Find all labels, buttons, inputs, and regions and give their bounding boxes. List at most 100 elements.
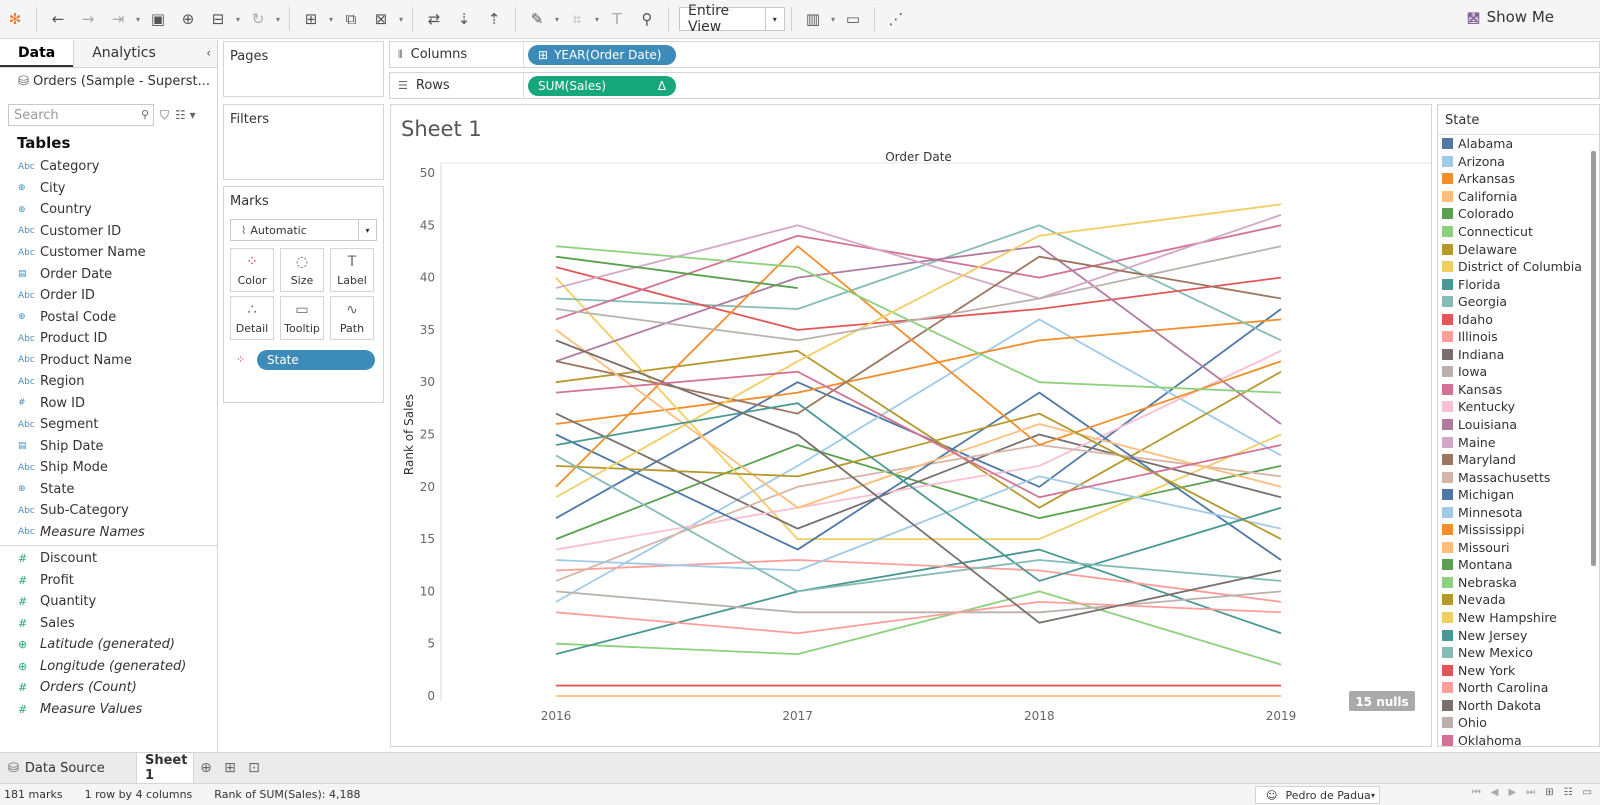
legend-item[interactable]: District of Columbia <box>1438 258 1599 276</box>
fix-axes-icon[interactable]: ⚲ <box>632 4 662 34</box>
datasource-item[interactable]: ⛁ Orders (Sample - Superst... <box>0 68 217 96</box>
field-item[interactable]: # Discount <box>0 548 217 570</box>
field-item[interactable]: Abc Measure Names <box>0 522 217 544</box>
legend-scrollbar[interactable] <box>1591 151 1596 566</box>
refresh-icon[interactable]: ↻ <box>243 4 273 34</box>
legend-item[interactable]: Oklahoma <box>1438 732 1599 746</box>
mark-type-select[interactable]: ⌇ Automatic ▾ <box>230 219 377 241</box>
legend-item[interactable]: Montana <box>1438 556 1599 574</box>
filters-shelf[interactable]: Filters <box>223 104 384 180</box>
label-button[interactable]: T Label <box>330 248 374 292</box>
show-me-button[interactable]: ▤ Show Me <box>1466 8 1554 26</box>
tableau-logo-icon[interactable]: ✻ <box>0 4 30 34</box>
next-sheet-icon[interactable]: ▶ <box>1508 787 1516 798</box>
new-worksheet-dropdown-icon[interactable]: ▾ <box>326 15 336 24</box>
state-pill[interactable]: State <box>257 350 375 370</box>
field-item[interactable]: # Sales <box>0 613 217 635</box>
new-datasource-icon[interactable]: ⊕ <box>173 4 203 34</box>
size-button[interactable]: ◌ Size <box>280 248 324 292</box>
legend-item[interactable]: New Jersey <box>1438 626 1599 644</box>
year-order-date-pill[interactable]: ⊞ YEAR(Order Date) <box>528 44 676 65</box>
field-item[interactable]: Abc Order ID <box>0 285 217 307</box>
tab-data[interactable]: Data <box>0 40 74 67</box>
filmstrip-view-icon[interactable]: ☷ <box>1564 787 1573 798</box>
tooltip-button[interactable]: ▭ Tooltip <box>280 296 324 340</box>
field-item[interactable]: Abc Product ID <box>0 328 217 350</box>
field-item[interactable]: Abc Segment <box>0 414 217 436</box>
prev-sheet-icon[interactable]: ◀ <box>1491 787 1499 798</box>
line-chart[interactable]: Order Date 0 5 10 15 20 25 30 35 40 45 50 Rank of Sa… <box>391 105 1433 748</box>
replay-dropdown-icon[interactable]: ▾ <box>133 15 143 24</box>
duplicate-sheet-icon[interactable]: ⧉ <box>336 4 366 34</box>
user-menu[interactable]: ☺ Pedro de Padua ▾ <box>1255 786 1380 804</box>
field-item[interactable]: # Profit <box>0 570 217 592</box>
first-sheet-icon[interactable]: ⏮ <box>1472 787 1481 798</box>
legend-item[interactable]: Minnesota <box>1438 503 1599 521</box>
group-members-icon[interactable]: ⌗ <box>562 4 592 34</box>
show-cards-icon[interactable]: ▥ <box>798 4 828 34</box>
path-button[interactable]: ∿ Path <box>330 296 374 340</box>
legend-item[interactable]: Kentucky <box>1438 398 1599 416</box>
collapse-pane-icon[interactable]: ‹ <box>206 46 211 60</box>
legend-item[interactable]: Connecticut <box>1438 223 1599 241</box>
grid-view-icon[interactable]: ⊞ <box>1545 787 1553 798</box>
show-mark-labels-icon[interactable]: T <box>602 4 632 34</box>
new-worksheet-icon[interactable]: ⊕ <box>194 760 218 776</box>
rows-shelf[interactable]: ☰ Rows SUM(Sales) Δ <box>389 72 1600 99</box>
fit-view-select[interactable]: Entire View ▾ <box>679 3 785 35</box>
tabs-view-icon[interactable]: ▭ <box>1583 787 1592 798</box>
replay-icon[interactable]: ⇥ <box>103 4 133 34</box>
legend-item[interactable]: Louisiana <box>1438 416 1599 434</box>
legend-item[interactable]: Ohio <box>1438 714 1599 732</box>
last-sheet-icon[interactable]: ⏭ <box>1526 787 1535 798</box>
legend-item[interactable]: California <box>1438 188 1599 206</box>
view-options-icon[interactable]: ☷ ▾ <box>175 108 196 122</box>
redo-icon[interactable]: → <box>73 4 103 34</box>
field-item[interactable]: ⊕ City <box>0 178 217 200</box>
clear-sheet-dropdown-icon[interactable]: ▾ <box>396 15 406 24</box>
highlight-icon[interactable]: ✎ <box>522 4 552 34</box>
presentation-mode-icon[interactable]: ▭ <box>838 4 868 34</box>
legend-item[interactable]: Nebraska <box>1438 574 1599 592</box>
share-icon[interactable]: ⋰ <box>881 4 911 34</box>
sum-sales-pill[interactable]: SUM(Sales) Δ <box>528 75 676 96</box>
legend-item[interactable]: Mississippi <box>1438 521 1599 539</box>
filter-icon[interactable]: ⛉ <box>160 108 169 123</box>
legend-item[interactable]: Kansas <box>1438 381 1599 399</box>
color-button[interactable]: ⁘ Color <box>230 248 274 292</box>
field-item[interactable]: Abc Product Name <box>0 350 217 372</box>
legend-item[interactable]: Missouri <box>1438 539 1599 557</box>
refresh-dropdown-icon[interactable]: ▾ <box>273 15 283 24</box>
field-item[interactable]: ⊕ Longitude (generated) <box>0 656 217 678</box>
legend-item[interactable]: Michigan <box>1438 486 1599 504</box>
detail-button[interactable]: ∴ Detail <box>230 296 274 340</box>
columns-shelf[interactable]: ⫴ Columns ⊞ YEAR(Order Date) <box>389 41 1600 68</box>
legend-item[interactable]: Colorado <box>1438 205 1599 223</box>
legend-item[interactable]: Florida <box>1438 275 1599 293</box>
field-item[interactable]: Abc Region <box>0 371 217 393</box>
undo-icon[interactable]: ← <box>43 4 73 34</box>
search-input[interactable]: Search ⚲ <box>8 104 154 126</box>
tab-sheet-1[interactable]: Sheet 1 <box>136 752 194 784</box>
legend-item[interactable]: New York <box>1438 661 1599 679</box>
legend-item[interactable]: Idaho <box>1438 310 1599 328</box>
pages-shelf[interactable]: Pages <box>223 41 384 97</box>
new-worksheet-icon[interactable]: ⊞ <box>296 4 326 34</box>
field-item[interactable]: ⊕ State <box>0 479 217 501</box>
legend-item[interactable]: Alabama <box>1438 135 1599 153</box>
legend-item[interactable]: North Carolina <box>1438 679 1599 697</box>
sort-ascending-icon[interactable]: ⇣ <box>449 4 479 34</box>
legend-item[interactable]: New Mexico <box>1438 644 1599 662</box>
legend-item[interactable]: Iowa <box>1438 363 1599 381</box>
group-dropdown-icon[interactable]: ▾ <box>592 15 602 24</box>
field-item[interactable]: ⊕ Country <box>0 199 217 221</box>
legend-item[interactable]: Delaware <box>1438 240 1599 258</box>
sort-descending-icon[interactable]: ⇡ <box>479 4 509 34</box>
new-dashboard-icon[interactable]: ⊞ <box>218 760 242 776</box>
datasource-dropdown-icon[interactable]: ▾ <box>233 15 243 24</box>
legend-item[interactable]: Georgia <box>1438 293 1599 311</box>
field-item[interactable]: Abc Category <box>0 156 217 178</box>
highlight-dropdown-icon[interactable]: ▾ <box>552 15 562 24</box>
legend-item[interactable]: Maine <box>1438 433 1599 451</box>
legend-item[interactable]: Indiana <box>1438 346 1599 364</box>
